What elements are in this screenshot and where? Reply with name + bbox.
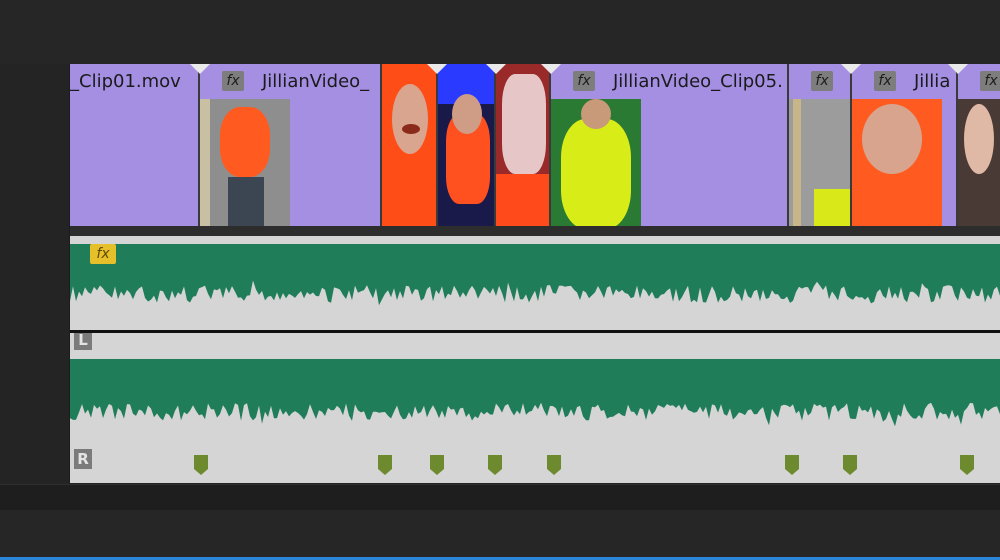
clip-title: Jillia — [914, 71, 951, 92]
track-header-gutter — [0, 64, 70, 484]
timeline-header — [0, 0, 1000, 65]
gain-keyframe-icon[interactable] — [547, 455, 561, 475]
timeline-scrollbar[interactable] — [0, 484, 1000, 510]
clip-title: JillianVideo_Clip05. — [613, 71, 783, 92]
clip-thumbnail — [200, 99, 290, 226]
clip-thumbnail — [789, 99, 850, 226]
edit-point-marker-icon[interactable] — [948, 64, 968, 74]
audio-track[interactable]: fx L R — [70, 236, 1000, 483]
audio-fx-badge-icon[interactable]: fx — [90, 244, 116, 264]
video-clip-06[interactable]: fx JillianVideo_Clip05. — [551, 64, 789, 226]
clip-thumbnail — [852, 99, 942, 226]
clip-title: JillianVideo_ — [262, 71, 370, 92]
video-clip-08[interactable]: fx Jillia — [852, 64, 958, 226]
fx-badge-icon[interactable]: fx — [573, 71, 595, 91]
edit-point-marker-icon[interactable] — [841, 64, 861, 74]
video-clip-04[interactable] — [438, 64, 496, 226]
clip-thumbnail — [551, 99, 641, 226]
clip-thumbnail — [438, 64, 494, 226]
status-strip — [0, 510, 1000, 557]
right-channel-waveform — [70, 359, 1000, 427]
video-clip-09[interactable]: fx — [958, 64, 1000, 226]
fx-badge-icon[interactable]: fx — [980, 71, 1000, 91]
gain-keyframe-icon[interactable] — [960, 455, 974, 475]
audio-gain-line[interactable] — [70, 330, 1000, 333]
edit-point-marker-icon[interactable] — [427, 64, 447, 74]
gain-keyframe-icon[interactable] — [488, 455, 502, 475]
video-track[interactable]: _Clip01.mov fx JillianVideo_ fx JillianV… — [70, 64, 1000, 226]
clip-title: _Clip01.mov — [70, 71, 181, 92]
audio-waveform — [70, 244, 1000, 427]
fx-badge-icon[interactable]: fx — [222, 71, 244, 91]
fx-badge-icon[interactable]: fx — [874, 71, 896, 91]
left-channel-waveform — [70, 244, 1000, 306]
video-clip-03[interactable] — [382, 64, 438, 226]
clip-thumbnail — [496, 64, 549, 226]
gain-keyframe-icon[interactable] — [430, 455, 444, 475]
fx-badge-icon[interactable]: fx — [811, 71, 833, 91]
video-clip-02[interactable]: fx JillianVideo_ — [200, 64, 382, 226]
gain-keyframe-icon[interactable] — [378, 455, 392, 475]
clip-thumbnail — [958, 99, 1000, 226]
video-clip-05[interactable] — [496, 64, 551, 226]
edit-point-marker-icon[interactable] — [541, 64, 561, 74]
edit-point-marker-icon[interactable] — [190, 64, 210, 74]
track-separator — [70, 226, 1000, 236]
right-channel-label: R — [74, 449, 92, 469]
gain-keyframe-icon[interactable] — [194, 455, 208, 475]
gain-keyframe-icon[interactable] — [785, 455, 799, 475]
clip-thumbnail — [382, 64, 436, 226]
video-clip-07[interactable]: fx — [789, 64, 852, 226]
edit-point-marker-icon[interactable] — [486, 64, 506, 74]
video-clip-01[interactable]: _Clip01.mov — [70, 64, 200, 226]
left-channel-label: L — [74, 330, 92, 350]
gain-keyframe-icon[interactable] — [843, 455, 857, 475]
